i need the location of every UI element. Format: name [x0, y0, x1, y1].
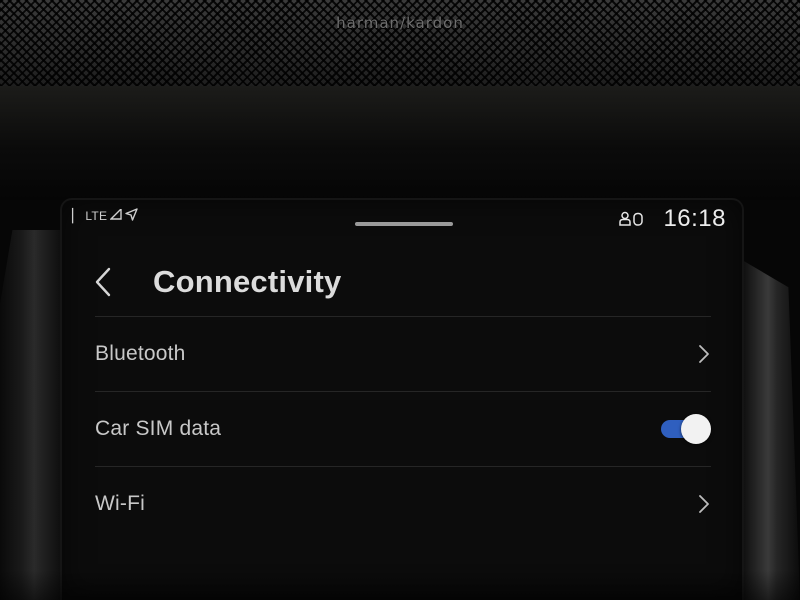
chevron-right-icon [699, 345, 709, 363]
chevron-left-icon [95, 267, 111, 297]
user-profile-icon[interactable] [619, 211, 645, 227]
pull-down-handle[interactable] [355, 222, 453, 226]
settings-item-wifi[interactable]: Wi-Fi [95, 467, 711, 541]
settings-item-bluetooth[interactable]: Bluetooth [95, 317, 711, 391]
page-header: Connectivity [62, 252, 742, 316]
bar-indicator-icon: ▏ [72, 208, 83, 223]
speaker-grille: harman/kardon [0, 0, 800, 86]
status-bar: ▏ LTE 16:18 [62, 200, 742, 240]
settings-item-car-sim-data[interactable]: Car SIM data [95, 392, 711, 466]
dashboard-ledge [0, 86, 800, 150]
signal-icon [109, 207, 123, 223]
status-left-group: ▏ LTE [72, 207, 139, 224]
location-arrow-icon [125, 208, 139, 224]
settings-item-label: Wi-Fi [95, 492, 145, 515]
network-type: LTE [85, 209, 108, 223]
car-sim-data-toggle[interactable] [661, 414, 711, 444]
back-button[interactable] [86, 262, 120, 302]
car-dashboard: harman/kardon ▏ LTE 16:18 Connectivity B… [0, 0, 800, 600]
infotainment-screen: ▏ LTE 16:18 Connectivity Bluetooth Car S… [62, 200, 742, 600]
toggle-knob [681, 414, 711, 444]
settings-item-label: Car SIM data [95, 417, 222, 440]
brand-logo: harman/kardon [336, 14, 464, 32]
left-trim [0, 230, 62, 600]
settings-item-label: Bluetooth [95, 342, 186, 365]
page-title: Connectivity [153, 264, 342, 299]
settings-list: Bluetooth Car SIM data Wi-Fi [95, 316, 711, 541]
right-trim [742, 260, 800, 600]
status-right-group: 16:18 [619, 205, 726, 233]
clock: 16:18 [663, 205, 726, 232]
screen-bezel [0, 150, 800, 200]
chevron-right-icon [699, 495, 709, 513]
